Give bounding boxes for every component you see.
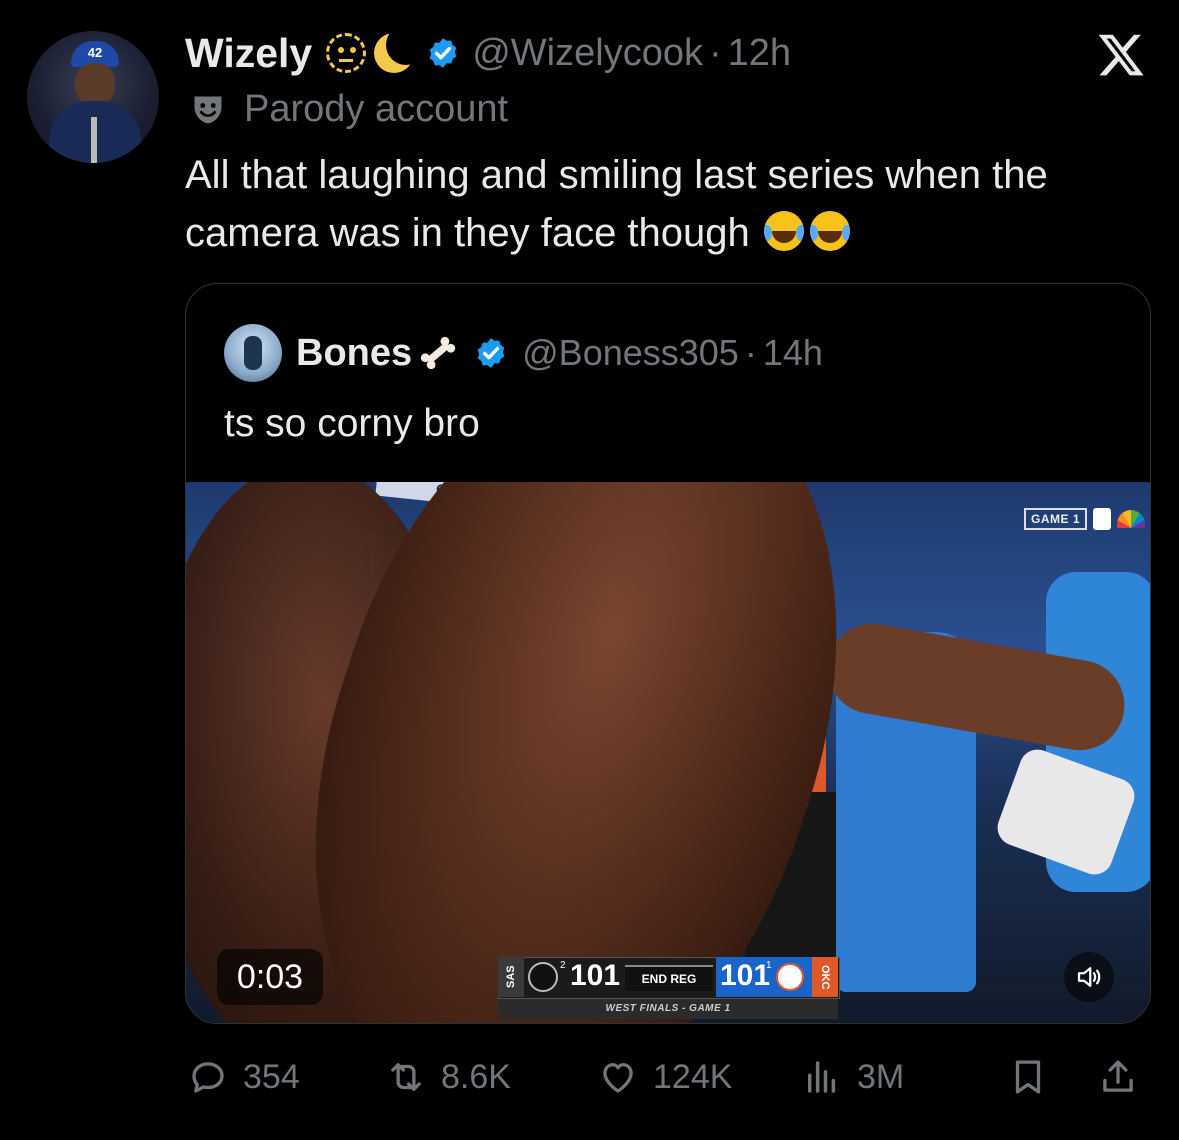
nbc-peacock-icon <box>1117 510 1146 528</box>
repost-count: 8.6K <box>441 1057 511 1096</box>
team2-score: 101 <box>720 959 771 992</box>
quoted-text: ts so corny bro <box>224 402 480 445</box>
quoted-time[interactable]: 14h <box>763 332 823 374</box>
tweet-text: All that laughing and smiling last serie… <box>185 146 1145 262</box>
verified-badge-icon <box>477 338 505 368</box>
bookmark-button[interactable] <box>1007 1052 1049 1102</box>
crescent-moon-icon <box>370 25 427 75</box>
dotted-line-face-icon <box>326 33 367 73</box>
share-button[interactable] <box>1097 1052 1139 1102</box>
broadcast-tag: GAME 1 <box>1024 506 1146 532</box>
views-button[interactable]: 3M <box>801 1052 904 1102</box>
heart-icon <box>603 1063 633 1093</box>
bone-icon <box>420 336 456 370</box>
quoted-author-avatar[interactable] <box>224 324 282 382</box>
views-chart-icon <box>808 1061 836 1093</box>
tweet-body: All that laughing and smiling last serie… <box>185 153 1048 255</box>
action-bar: 354 8.6K 124K 3M <box>187 1052 1147 1102</box>
x-logo-icon[interactable] <box>1095 30 1147 80</box>
parody-account-text: Parody account <box>244 88 509 130</box>
theater-mask-icon <box>194 96 222 123</box>
team2-seed: 1 <box>766 960 772 971</box>
share-icon <box>1103 1060 1133 1092</box>
team1-seed: 2 <box>560 960 566 971</box>
thunder-logo-icon <box>776 963 804 991</box>
tears-of-joy-icon <box>763 211 804 251</box>
series-label: WEST FINALS - GAME 1 <box>498 999 838 1019</box>
nba-logo-icon <box>1093 508 1112 530</box>
author-avatar[interactable]: 42 <box>27 31 159 163</box>
tweet-header: Wizely @Wizelycook · 12h <box>185 25 791 80</box>
reply-count: 354 <box>243 1057 300 1096</box>
repost-button[interactable]: 8.6K <box>385 1052 511 1102</box>
like-button[interactable]: 124K <box>597 1052 732 1102</box>
team1-abbrev: SAS <box>498 957 524 997</box>
game-status: END REG <box>625 965 713 991</box>
team1-score: 101 <box>570 959 621 992</box>
team2-abbrev: OKC <box>812 957 838 997</box>
verified-badge-icon <box>429 38 457 68</box>
repost-icon <box>391 1063 421 1091</box>
spurs-logo-icon <box>528 962 558 992</box>
quoted-header: Bones @Boness305 · 14h <box>224 324 823 382</box>
separator-dot: · <box>708 31 722 74</box>
speaker-icon <box>1077 967 1101 987</box>
game-tag: GAME 1 <box>1024 508 1088 530</box>
separator-dot: · <box>744 332 757 373</box>
parody-label: Parody account <box>190 88 508 131</box>
video-player[interactable]: OKLAHOMA CIT GAME 1 0:03 SAS 2 101 END R… <box>186 482 1150 1023</box>
author-handle[interactable]: @Wizelycook <box>472 32 703 75</box>
video-timestamp: 0:03 <box>217 949 323 1005</box>
bookmark-icon <box>1015 1060 1041 1094</box>
scorebug: SAS 2 101 END REG 101 1 OKC WEST FINALS … <box>498 957 840 1021</box>
quoted-author-name[interactable]: Bones <box>296 332 412 375</box>
quoted-author-handle[interactable]: @Boness305 <box>522 332 739 374</box>
tears-of-joy-icon <box>809 211 850 251</box>
quoted-tweet[interactable]: Bones @Boness305 · 14h ts so corny bro O… <box>185 283 1151 1024</box>
like-count: 124K <box>653 1057 733 1096</box>
reply-button[interactable]: 354 <box>187 1052 300 1102</box>
tweet-time[interactable]: 12h <box>728 32 791 75</box>
volume-button[interactable] <box>1064 952 1114 1002</box>
views-count: 3M <box>857 1057 905 1096</box>
author-name[interactable]: Wizely <box>185 30 312 77</box>
reply-icon <box>192 1062 224 1093</box>
